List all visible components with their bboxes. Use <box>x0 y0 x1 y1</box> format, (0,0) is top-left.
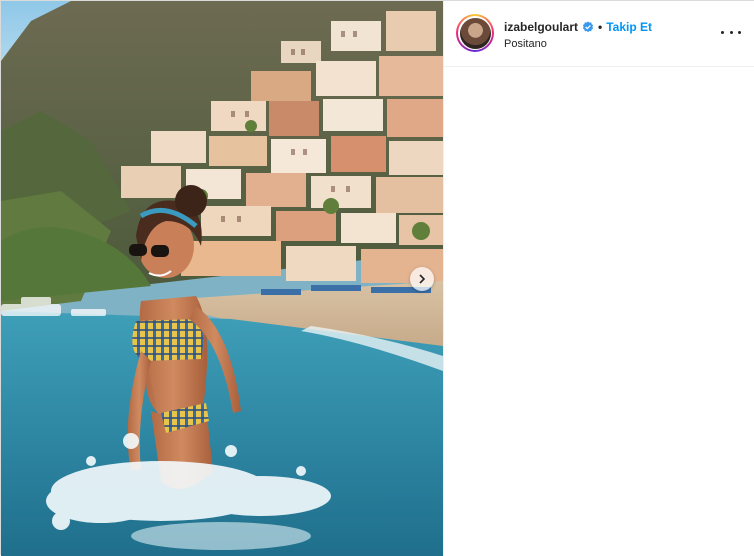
location-link[interactable]: Positano <box>504 38 547 50</box>
user-line: izabelgoulart • Takip Et <box>504 20 652 34</box>
more-options-icon[interactable] <box>721 25 741 39</box>
avatar[interactable] <box>456 14 494 52</box>
post-side-panel: izabelgoulart • Takip Et Positano <box>443 1 754 556</box>
more-dot <box>729 30 733 34</box>
next-photo-button[interactable] <box>410 267 434 291</box>
more-dot <box>738 30 741 34</box>
instagram-post: izabelgoulart • Takip Et Positano <box>0 0 754 556</box>
avatar-image <box>459 17 491 49</box>
username-link[interactable]: izabelgoulart <box>504 20 578 34</box>
avatar-frame <box>458 16 492 50</box>
more-dot <box>721 30 724 34</box>
post-header: izabelgoulart • Takip Et Positano <box>444 1 754 67</box>
follow-button[interactable]: Takip Et <box>606 20 652 34</box>
verified-badge-icon <box>582 21 594 33</box>
post-photo[interactable] <box>1 1 443 556</box>
chevron-right-icon <box>419 274 426 284</box>
positano-beach-photo <box>1 1 443 556</box>
separator-dot: • <box>598 20 603 34</box>
